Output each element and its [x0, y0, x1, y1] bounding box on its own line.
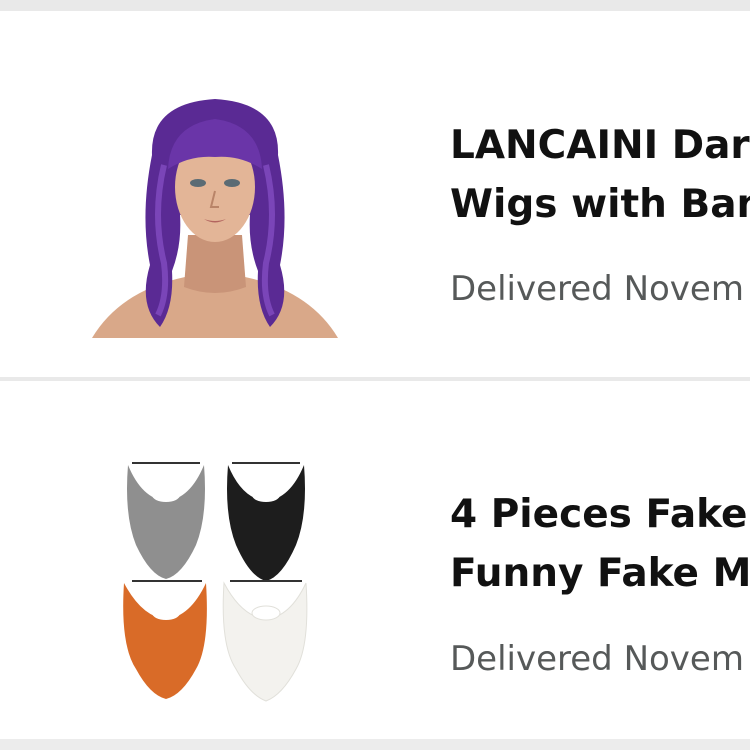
delivery-status: Delivered Novem	[450, 639, 744, 679]
product-title-line-2: Funny Fake Mu	[450, 551, 750, 596]
list-bottom-divider	[0, 739, 750, 750]
product-title-line-1: LANCAINI Dar	[450, 123, 750, 168]
delivery-status: Delivered Novem	[450, 269, 744, 309]
product-title[interactable]: LANCAINI Dar Wigs with Ban	[450, 116, 750, 234]
purple-wig-product-image[interactable]	[80, 95, 350, 355]
gray-beard-icon	[127, 462, 205, 579]
orders-page: LANCAINI Dar Wigs with Ban Delivered Nov…	[0, 0, 750, 750]
product-title-line-1: 4 Pieces Fake	[450, 492, 748, 537]
white-beard-icon	[222, 580, 308, 702]
order-item-card[interactable]: 4 Pieces Fake Funny Fake Mu Delivered No…	[0, 381, 750, 739]
black-beard-icon	[227, 462, 305, 581]
orange-beard-icon	[123, 580, 207, 699]
product-title[interactable]: 4 Pieces Fake Funny Fake Mu	[450, 485, 750, 603]
fake-beards-product-image[interactable]	[80, 455, 350, 715]
product-title-line-2: Wigs with Ban	[450, 182, 750, 227]
order-item-card[interactable]: LANCAINI Dar Wigs with Ban Delivered Nov…	[0, 11, 750, 377]
